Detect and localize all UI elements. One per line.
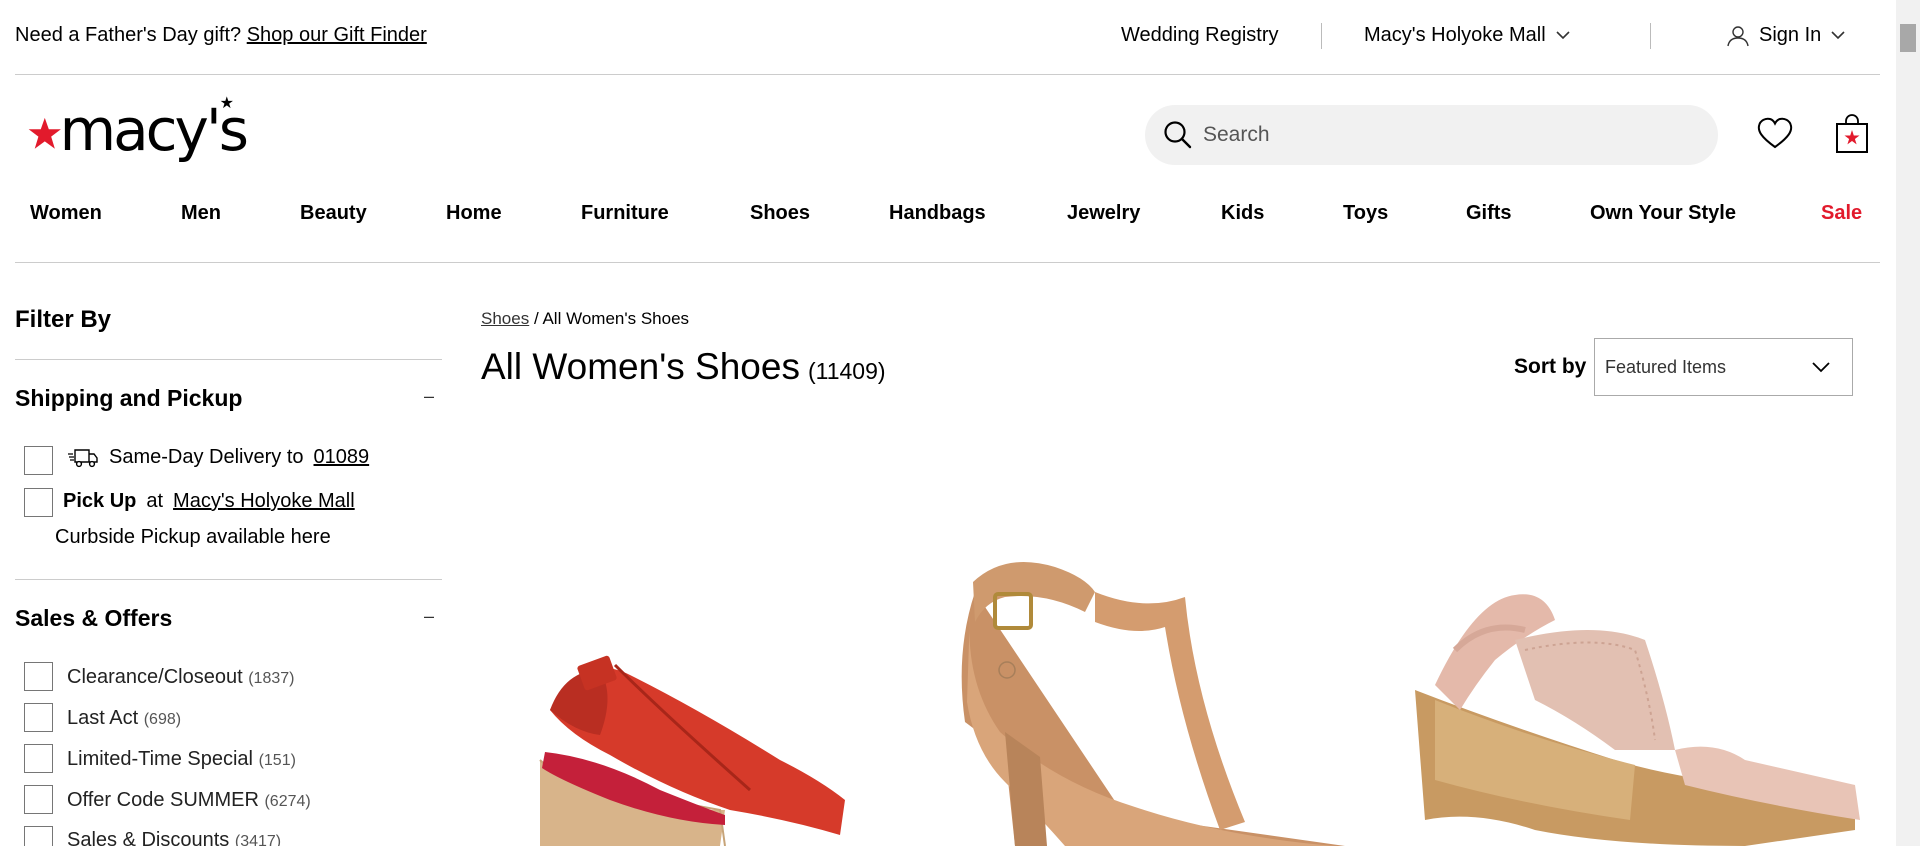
- same-day-delivery-checkbox[interactable]: [24, 446, 53, 475]
- zip-code-link[interactable]: 01089: [314, 446, 370, 469]
- sort-dropdown[interactable]: Featured Items: [1594, 338, 1853, 396]
- promo-text: Need a Father's Day gift?: [15, 24, 242, 46]
- store-selector[interactable]: Macy's Holyoke Mall: [1364, 24, 1570, 47]
- nav-shoes[interactable]: Shoes: [750, 202, 810, 225]
- sales-discounts-checkbox[interactable]: [24, 826, 53, 846]
- shipping-pickup-header[interactable]: Shipping and Pickup: [15, 385, 242, 412]
- scrollbar-thumb[interactable]: [1900, 24, 1916, 52]
- nav-women[interactable]: Women: [30, 202, 102, 225]
- results-count: (11409): [807, 358, 886, 384]
- nav-handbags[interactable]: Handbags: [889, 202, 986, 225]
- product-image[interactable]: [1415, 590, 1865, 846]
- clearance-checkbox[interactable]: [24, 662, 53, 691]
- chevron-down-icon: [1812, 361, 1830, 372]
- sales-option: Last Act (698): [67, 707, 182, 729]
- sales-offers-header[interactable]: Sales & Offers: [15, 605, 172, 632]
- product-image[interactable]: [945, 552, 1395, 846]
- nav-home[interactable]: Home: [446, 202, 502, 225]
- nav-men[interactable]: Men: [181, 202, 221, 225]
- nav-beauty[interactable]: Beauty: [300, 202, 367, 225]
- sign-in-button[interactable]: Sign In: [1727, 24, 1845, 47]
- nav-furniture[interactable]: Furniture: [581, 202, 669, 225]
- divider: [15, 579, 442, 580]
- curbside-note: Curbside Pickup available here: [55, 526, 331, 548]
- divider: [15, 359, 442, 360]
- search-icon[interactable]: [1163, 120, 1193, 150]
- main-navigation: Women Men Beauty Home Furniture Shoes Ha…: [15, 196, 1880, 263]
- sales-option: Limited-Time Special (151): [67, 748, 296, 770]
- star-logo-icon: [28, 117, 61, 149]
- nav-sale[interactable]: Sale: [1821, 202, 1862, 225]
- breadcrumb-shoes-link[interactable]: Shoes: [481, 309, 529, 328]
- nav-gifts[interactable]: Gifts: [1466, 202, 1512, 225]
- vertical-scrollbar[interactable]: [1896, 0, 1920, 846]
- pickup-store-link[interactable]: Macy's Holyoke Mall: [173, 490, 355, 513]
- nav-kids[interactable]: Kids: [1221, 202, 1264, 225]
- sales-option: Offer Code SUMMER (6274): [67, 789, 311, 811]
- sales-option: Clearance/Closeout (1837): [67, 666, 295, 688]
- chevron-down-icon: [1831, 31, 1845, 40]
- user-icon: [1727, 25, 1749, 46]
- pickup-at: at: [146, 490, 164, 512]
- sort-value: Featured Items: [1605, 356, 1727, 377]
- divider: [1650, 23, 1651, 49]
- store-name: Macy's Holyoke Mall: [1364, 24, 1546, 46]
- limited-time-checkbox[interactable]: [24, 744, 53, 773]
- breadcrumb-separator: /: [533, 309, 539, 328]
- product-image[interactable]: [520, 640, 890, 846]
- page-title: All Women's Shoes (11409): [481, 346, 886, 388]
- nav-toys[interactable]: Toys: [1343, 202, 1388, 225]
- shopping-bag-icon[interactable]: [1835, 114, 1869, 154]
- delivery-truck-icon: [68, 448, 98, 467]
- nav-own-your-style[interactable]: Own Your Style: [1590, 202, 1736, 225]
- heart-icon[interactable]: [1757, 117, 1793, 149]
- same-day-delivery-option: Same-Day Delivery to 01089: [67, 446, 369, 469]
- gift-finder-link[interactable]: Shop our Gift Finder: [247, 24, 427, 46]
- filter-by-heading: Filter By: [15, 306, 112, 333]
- breadcrumb-current: All Women's Shoes: [542, 309, 690, 328]
- pickup-label: Pick Up: [63, 490, 137, 512]
- logo-wordmark: macy's ★: [59, 93, 249, 164]
- breadcrumb: Shoes / All Women's Shoes: [481, 309, 689, 329]
- same-day-label: Same-Day Delivery to: [109, 446, 304, 468]
- collapse-shipping-button[interactable]: –: [424, 386, 434, 407]
- macys-logo[interactable]: macy's ★: [28, 93, 249, 168]
- wedding-registry-link[interactable]: Wedding Registry: [1121, 24, 1278, 47]
- sort-label: Sort by: [1514, 355, 1587, 378]
- sales-option: Sales & Discounts (3417): [67, 829, 282, 846]
- last-act-checkbox[interactable]: [24, 703, 53, 732]
- divider: [1321, 23, 1322, 49]
- sign-in-label: Sign In: [1759, 24, 1822, 46]
- pickup-checkbox[interactable]: [24, 488, 53, 517]
- chevron-down-icon: [1556, 31, 1570, 40]
- page-title-text: All Women's Shoes: [481, 346, 800, 387]
- collapse-sales-button[interactable]: –: [424, 606, 434, 627]
- promo-banner: Need a Father's Day gift? Shop our Gift …: [15, 24, 427, 47]
- search-input[interactable]: [1203, 123, 1683, 147]
- nav-jewelry[interactable]: Jewelry: [1067, 202, 1140, 225]
- offer-code-checkbox[interactable]: [24, 785, 53, 814]
- search-bar[interactable]: [1145, 105, 1718, 165]
- pickup-option: Pick Up at Macy's Holyoke Mall: [63, 490, 355, 513]
